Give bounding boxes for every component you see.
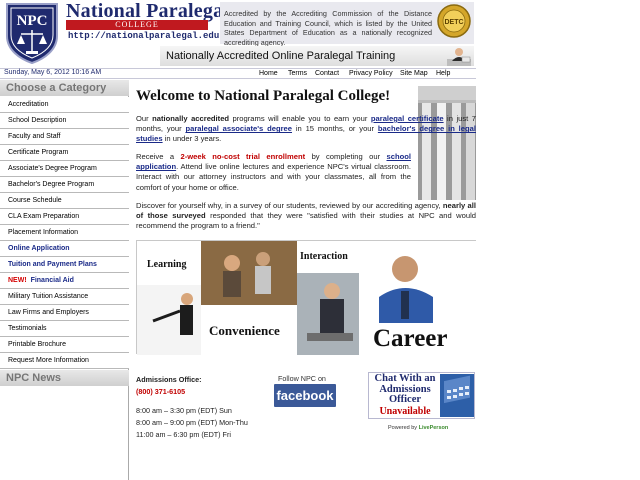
sidebar-item-cla-exam[interactable]: CLA Exam Preparation <box>0 209 129 225</box>
sidebar-item-course-schedule[interactable]: Course Schedule <box>0 193 129 209</box>
powered-by[interactable]: Powered by LivePerson <box>388 425 448 431</box>
chat-status: Unavailable <box>379 406 431 417</box>
sidebar-item-label: Financial Aid <box>30 277 74 284</box>
sidebar-item-placement[interactable]: Placement Information <box>0 225 129 241</box>
graduate-icon <box>447 48 471 66</box>
seal-label: DETC <box>444 19 463 26</box>
svg-text:NPC: NPC <box>17 13 48 29</box>
current-date: Sunday, May 6, 2012 10:16 AM <box>4 69 102 76</box>
survey-paragraph: Discover for yourself why, in a survey o… <box>136 201 476 231</box>
sidebar-item-school-description[interactable]: School Description <box>0 113 129 129</box>
nav-contact[interactable]: Contact <box>315 70 339 77</box>
sidebar-item-faculty[interactable]: Faculty and Staff <box>0 129 129 145</box>
sidebar-item-brochure[interactable]: Printable Brochure <box>0 337 129 353</box>
nav-home[interactable]: Home <box>259 70 278 77</box>
sidebar-item-testimonials[interactable]: Testimonials <box>0 321 129 337</box>
convenience-label: Convenience <box>209 323 280 338</box>
news-heading[interactable]: NPC News <box>0 370 129 386</box>
keyboard-icon <box>440 374 474 417</box>
sidebar-item-military[interactable]: Military Tuition Assistance <box>0 289 129 305</box>
nav-site-map[interactable]: Site Map <box>400 70 428 77</box>
associates-degree-link[interactable]: paralegal associate's degree <box>185 124 292 133</box>
chat-heading: Chat With an Admissions Officer <box>374 373 436 405</box>
hours-sunday: 8:00 am – 3:30 pm (EDT) Sun <box>136 406 232 415</box>
career-label: Career <box>373 325 448 352</box>
nav-help[interactable]: Help <box>436 70 450 77</box>
sidebar-item-request-info[interactable]: Request More Information <box>0 353 129 369</box>
nav-privacy-policy[interactable]: Privacy Policy <box>349 70 393 77</box>
hours-friday: 11:00 am – 6:30 pm (EDT) Fri <box>136 430 231 439</box>
facebook-button[interactable]: facebook <box>274 384 336 407</box>
paralegal-certificate-link[interactable]: paralegal certificate <box>371 114 444 123</box>
accreditation-seal-icon[interactable]: DETC <box>436 3 472 41</box>
admissions-label: Admissions Office: <box>136 375 202 384</box>
tagline: Nationally Accredited Online Paralegal T… <box>166 50 396 62</box>
follow-label: Follow NPC on <box>278 374 326 383</box>
sidebar-heading: Choose a Category <box>0 80 129 96</box>
sidebar-item-tuition[interactable]: Tuition and Payment Plans <box>0 257 129 273</box>
accreditation-text: Accredited by the Accrediting Commission… <box>224 9 432 47</box>
npc-shield-logo[interactable]: NPC <box>4 2 60 64</box>
nav-terms[interactable]: Terms <box>288 70 307 77</box>
brand-subtitle: COLLEGE <box>66 20 208 30</box>
learning-label: Learning <box>147 259 187 270</box>
hours-mon-thu: 8:00 am – 9:00 pm (EDT) Mon-Thu <box>136 418 248 427</box>
trial-paragraph: Receive a 2-week no-cost trial enrollmen… <box>136 152 411 192</box>
sidebar-item-associates[interactable]: Associate's Degree Program <box>0 161 129 177</box>
brand-url: http://nationalparalegal.edu <box>68 31 220 41</box>
sidebar-item-law-firms[interactable]: Law Firms and Employers <box>0 305 129 321</box>
sidebar-item-bachelors[interactable]: Bachelor's Degree Program <box>0 177 129 193</box>
interaction-label: Interaction <box>300 251 348 262</box>
sidebar-item-financial-aid[interactable]: NEW! Financial Aid <box>0 273 129 289</box>
sidebar-item-accreditation[interactable]: Accreditation <box>0 97 129 113</box>
admissions-phone[interactable]: (800) 371-6105 <box>136 387 185 396</box>
feature-collage: Learning Interaction Convenience Career <box>136 240 477 355</box>
site-header: NPC National Paralegal COLLEGE http://na… <box>0 0 640 68</box>
sidebar: Choose a Category Accreditation School D… <box>0 80 129 480</box>
intro-paragraph: Our nationally accredited programs will … <box>136 114 476 144</box>
sidebar-item-certificate[interactable]: Certificate Program <box>0 145 129 161</box>
sidebar-item-online-application[interactable]: Online Application <box>0 241 129 257</box>
new-badge: NEW! <box>8 277 27 284</box>
page-title: Welcome to National Paralegal College! <box>136 88 391 104</box>
